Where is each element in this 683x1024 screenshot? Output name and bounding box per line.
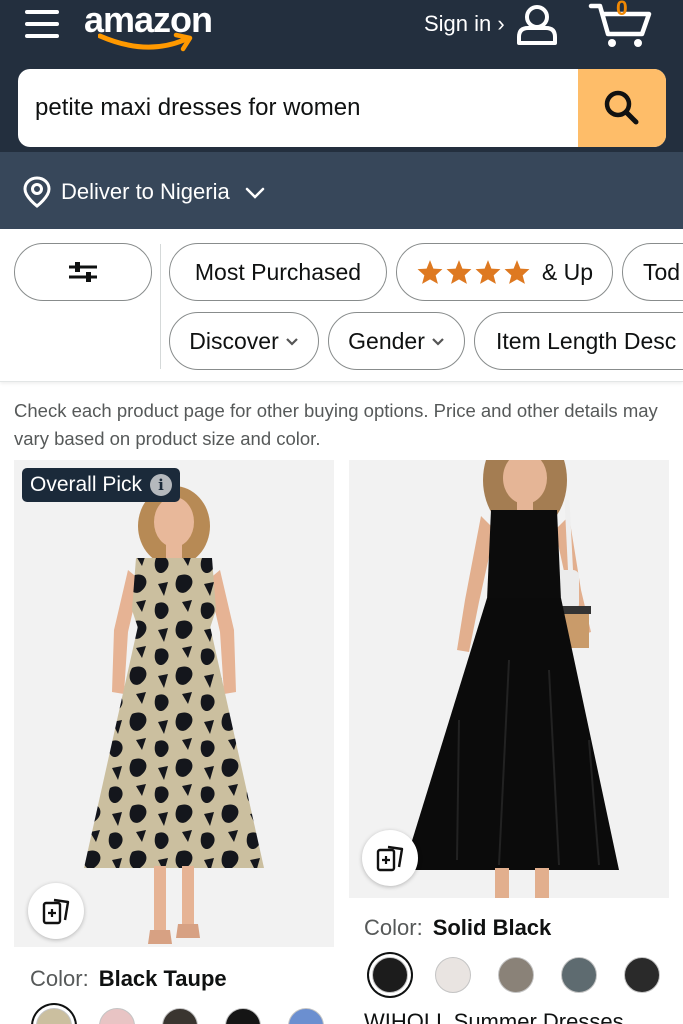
filter-bar: Most Purchased & Up Tod Discover Gender … xyxy=(0,229,683,382)
top-header: amazon Sign in › 0 xyxy=(0,0,683,152)
filter-gender[interactable]: Gender xyxy=(328,312,465,370)
filter-discover[interactable]: Discover xyxy=(169,312,319,370)
filter-label: Gender xyxy=(348,328,425,354)
color-swatch[interactable] xyxy=(36,1008,72,1024)
badge-label: Overall Pick xyxy=(30,473,143,496)
color-info: Color: Solid Black xyxy=(364,914,551,942)
filter-divider xyxy=(160,244,161,369)
search-input[interactable] xyxy=(18,69,578,147)
color-swatch[interactable] xyxy=(561,957,597,993)
color-value: Solid Black xyxy=(432,915,552,940)
location-pin-icon xyxy=(23,176,51,208)
product-title[interactable]: WIHOLL Summer Dresses xyxy=(364,1008,624,1024)
color-swatch[interactable] xyxy=(372,957,408,993)
deliver-to-bar[interactable]: Deliver to Nigeria xyxy=(0,152,683,229)
search-bar xyxy=(18,69,666,147)
product-card[interactable]: Color: Solid Black WIHOLL Summer Dresses xyxy=(349,460,669,1024)
filter-label: Item Length Desc xyxy=(496,328,677,354)
chevron-down-icon xyxy=(432,337,444,346)
cart-button[interactable]: 0 xyxy=(588,0,654,50)
filter-item-length[interactable]: Item Length Desc xyxy=(474,312,683,370)
buying-options-notice: Check each product page for other buying… xyxy=(14,400,658,449)
compare-button[interactable] xyxy=(362,830,418,886)
amazon-logo[interactable]: amazon xyxy=(84,0,234,56)
color-swatch[interactable] xyxy=(624,957,660,993)
hamburger-menu-icon[interactable] xyxy=(22,6,62,42)
color-swatch[interactable] xyxy=(225,1008,261,1024)
color-swatch[interactable] xyxy=(435,957,471,993)
filter-label: Tod xyxy=(643,259,681,285)
color-info: Color: Black Taupe xyxy=(30,965,227,993)
filter-label: Discover xyxy=(189,328,279,354)
color-swatch[interactable] xyxy=(498,957,534,993)
chevron-down-icon xyxy=(245,187,265,199)
color-swatch[interactable] xyxy=(162,1008,198,1024)
color-swatch[interactable] xyxy=(288,1008,324,1024)
color-swatch[interactable] xyxy=(99,1008,135,1024)
product-card[interactable]: Overall Pick i Color: Black Taupe xyxy=(14,460,334,1024)
filter-todays-deals[interactable]: Tod xyxy=(622,243,683,301)
filter-most-purchased[interactable]: Most Purchased xyxy=(169,243,387,301)
search-icon xyxy=(604,90,639,125)
filter-settings-button[interactable] xyxy=(14,243,152,301)
filter-label: Most Purchased xyxy=(194,259,362,285)
product-image[interactable] xyxy=(349,460,669,898)
search-button[interactable] xyxy=(578,69,666,147)
four-stars-icon xyxy=(416,259,532,285)
overall-pick-badge: Overall Pick i xyxy=(22,468,181,502)
cart-count: 0 xyxy=(616,0,628,20)
deliver-to-label: Deliver to Nigeria xyxy=(61,179,230,204)
product-image[interactable]: Overall Pick i xyxy=(14,460,334,947)
info-icon[interactable]: i xyxy=(150,474,173,496)
color-value: Black Taupe xyxy=(98,966,227,991)
filter-label: & Up xyxy=(541,259,594,285)
color-label: Color: xyxy=(30,966,89,991)
user-icon[interactable] xyxy=(514,4,560,46)
compare-cards-icon xyxy=(376,845,404,872)
compare-cards-icon xyxy=(42,898,70,925)
compare-button[interactable] xyxy=(28,883,84,939)
filter-sliders-icon xyxy=(69,262,97,282)
product-photo-floral-dress xyxy=(84,486,264,944)
sign-in-link[interactable]: Sign in › xyxy=(424,10,505,38)
color-label: Color: xyxy=(364,915,423,940)
filter-rating[interactable]: & Up xyxy=(396,243,613,301)
chevron-down-icon xyxy=(285,337,298,346)
